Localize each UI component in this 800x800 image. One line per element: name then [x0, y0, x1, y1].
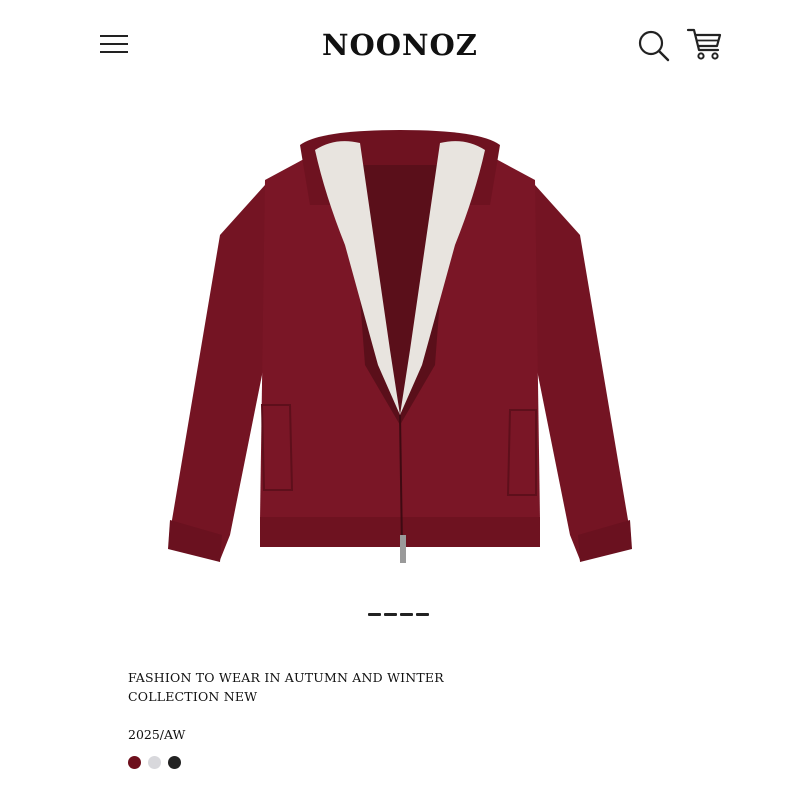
color-swatch-black[interactable] [168, 756, 181, 769]
jacket-image [168, 130, 632, 563]
site-header: NOONOZ [0, 0, 800, 90]
color-swatches [128, 756, 181, 769]
carousel-dot[interactable] [368, 613, 381, 616]
color-swatch-light-gray[interactable] [148, 756, 161, 769]
product-image[interactable] [160, 125, 640, 570]
cart-button[interactable] [686, 26, 724, 62]
product-title: FASHION TO WEAR IN AUTUMN AND WINTER COL… [128, 668, 488, 706]
search-icon [638, 30, 670, 62]
carousel-dot[interactable] [416, 613, 429, 616]
carousel-dot[interactable] [400, 613, 413, 616]
product-title-line: COLLECTION NEW [128, 689, 258, 704]
carousel-indicator [368, 613, 429, 616]
hamburger-menu-icon [100, 35, 128, 53]
brand-logo[interactable]: NOONOZ [300, 28, 500, 62]
season-label: 2025/AW [128, 727, 186, 742]
shopping-cart-icon [686, 28, 722, 60]
color-swatch-burgundy[interactable] [128, 756, 141, 769]
search-button[interactable] [637, 28, 671, 64]
product-title-line: FASHION TO WEAR IN AUTUMN AND WINTER [128, 670, 444, 685]
menu-button[interactable] [98, 30, 130, 58]
carousel-dot[interactable] [384, 613, 397, 616]
